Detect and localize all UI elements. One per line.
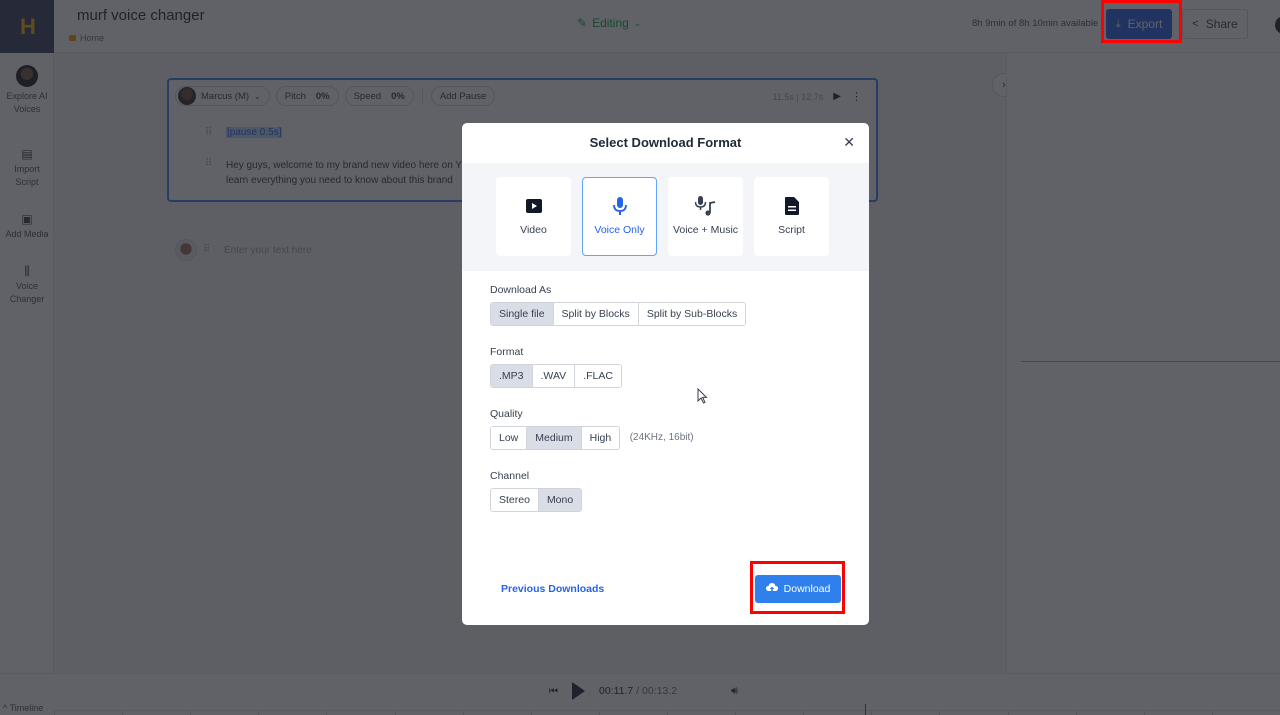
format-card-script[interactable]: Script — [754, 177, 829, 256]
format-label: Script — [778, 224, 805, 236]
download-label: Download — [783, 583, 831, 595]
quality-note: (24KHz, 16bit) — [629, 432, 694, 443]
close-button[interactable]: ✕ — [843, 134, 855, 150]
microphone-icon — [612, 197, 627, 215]
format-card-voice-music[interactable]: Voice + Music — [668, 177, 743, 256]
modal-title: Select Download Format — [589, 135, 742, 150]
format-label: Voice Only — [594, 224, 645, 236]
download-as-option[interactable]: Split by Blocks — [553, 303, 639, 325]
video-icon — [525, 197, 542, 215]
document-icon — [784, 197, 799, 215]
modal-options: Download As Single file Split by Blocks … — [462, 271, 869, 532]
channel-option[interactable]: Mono — [538, 489, 582, 511]
quality-option[interactable]: High — [581, 427, 620, 449]
file-format-option[interactable]: .WAV — [532, 365, 576, 387]
format-label: Video — [520, 224, 547, 236]
voice-music-icon — [694, 196, 717, 216]
format-label: Voice + Music — [672, 224, 739, 236]
download-format-modal: Select Download Format ✕ Video Voice Onl… — [462, 123, 869, 625]
format-card-voice-only[interactable]: Voice Only — [582, 177, 657, 256]
mouse-cursor-icon — [697, 387, 708, 409]
file-format-option[interactable]: .MP3 — [491, 365, 533, 387]
download-as-selector: Single file Split by Blocks Split by Sub… — [490, 302, 747, 326]
file-format-selector: .MP3 .WAV .FLAC — [490, 364, 622, 388]
previous-downloads-link[interactable]: Previous Downloads — [501, 583, 604, 595]
download-as-label: Download As — [490, 284, 552, 296]
quality-option[interactable]: Low — [491, 427, 528, 449]
file-format-option[interactable]: .FLAC — [575, 365, 621, 387]
quality-selector: Low Medium High — [490, 426, 621, 450]
channel-selector: Stereo Mono — [490, 488, 583, 512]
download-as-option[interactable]: Split by Sub-Blocks — [638, 303, 746, 325]
channel-label: Channel — [490, 470, 530, 482]
format-selector: Video Voice Only Voice + Music Script — [462, 163, 869, 271]
format-card-video[interactable]: Video — [496, 177, 571, 256]
cloud-upload-icon — [765, 582, 778, 597]
quality-option[interactable]: Medium — [527, 427, 582, 449]
close-icon: ✕ — [843, 134, 855, 150]
modal-header: Select Download Format ✕ — [462, 123, 869, 163]
channel-option[interactable]: Stereo — [491, 489, 539, 511]
quality-label: Quality — [490, 408, 523, 420]
format-label: Format — [490, 346, 524, 358]
download-button[interactable]: Download — [755, 575, 841, 603]
download-as-option[interactable]: Single file — [491, 303, 554, 325]
